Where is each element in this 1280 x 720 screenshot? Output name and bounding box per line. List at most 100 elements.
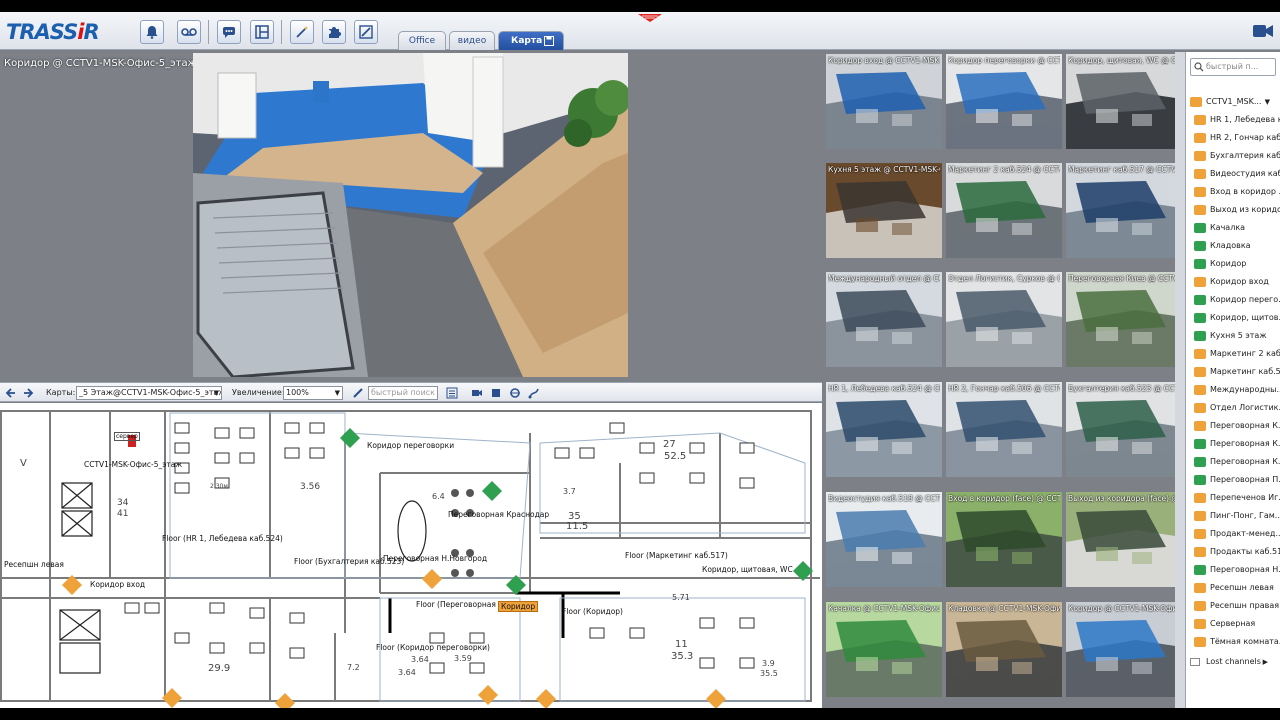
list-icon[interactable] — [446, 387, 458, 399]
map-zone-corridor[interactable]: Floor (Коридор) — [562, 607, 623, 616]
camera-feed-image — [1066, 54, 1182, 149]
channel-list-item[interactable]: Переговорная К... — [1194, 436, 1280, 452]
camera-tile[interactable]: Маркетинг каб.517 @ CCTV1... — [1066, 163, 1182, 258]
channel-list-item[interactable]: Продакты каб.519 — [1194, 544, 1280, 560]
channel-list-item[interactable]: Выход из коридо... — [1194, 202, 1280, 218]
channel-list-item[interactable]: Переговорная К... — [1194, 454, 1280, 470]
camera-tile-title: Кладовка @ CCTV1-MSK-Офис-5... — [948, 604, 1060, 613]
channel-list-item[interactable]: Ресепшн левая — [1194, 580, 1280, 596]
camera-tile[interactable]: Коридор, щитовая, WC @ CCTV1... — [1066, 54, 1182, 149]
camera-tile[interactable]: Бухгалтерия каб.523 @ CCTV1... — [1066, 382, 1182, 477]
camera-tile[interactable]: Коридор @ CCTV1-MSK-Офис-5... — [1066, 602, 1182, 697]
channel-list-item[interactable]: Коридор перего... — [1194, 292, 1280, 308]
tape-icon[interactable] — [177, 20, 201, 44]
chat-icon[interactable] — [217, 20, 241, 44]
channel-list-item[interactable]: Международны... — [1194, 382, 1280, 398]
camera-tile[interactable]: Международный отдел @ CCTV1... — [826, 272, 942, 367]
forward-arrow-icon[interactable] — [22, 387, 34, 399]
settings-pen-icon[interactable] — [354, 20, 378, 44]
room-number: 11 — [675, 639, 688, 650]
camera-tile[interactable]: Переговорная Киев @ CCTV1-MSK... — [1066, 272, 1182, 367]
channel-list-item[interactable]: Отдел Логистик... — [1194, 400, 1280, 416]
channel-list-item[interactable]: Маркетинг 2 каб... — [1194, 346, 1280, 362]
camera-tile[interactable]: HR 1, Лебедева каб.524 @ CCTV... — [826, 382, 942, 477]
channel-camera-icon — [1194, 133, 1206, 143]
channel-list-item[interactable]: Кухня 5 этаж — [1194, 328, 1280, 344]
back-arrow-icon[interactable] — [5, 387, 17, 399]
channel-list-item[interactable]: Вход в коридор ... — [1194, 184, 1280, 200]
map-zone-corridor-meeting[interactable]: Floor (Коридор переговорки) — [376, 643, 490, 652]
channel-list-item[interactable]: Переговорная К... — [1194, 418, 1280, 434]
camera-tile[interactable]: Маркетинг 2 каб.524 @ CCTV1... — [946, 163, 1062, 258]
server-node[interactable]: CCTV1_MSK... ▼ — [1190, 94, 1276, 110]
alarm-indicator-icon[interactable] — [638, 14, 662, 22]
floor-map[interactable]: сервер CCTV1-MSK-Офис-5_этаж Коридор пер… — [0, 403, 822, 708]
map-label-corridor-entrance[interactable]: Коридор вход — [90, 580, 145, 589]
layout-icon[interactable] — [250, 20, 274, 44]
map-search-input[interactable]: быстрый поиск — [368, 386, 438, 400]
channel-camera-icon — [1194, 349, 1206, 359]
channel-list-item[interactable]: Пинг-Понг, Гам... — [1194, 508, 1280, 524]
channel-list-item[interactable]: Серверная — [1194, 616, 1280, 632]
camera-icon[interactable] — [471, 387, 483, 399]
tab-office[interactable]: Office — [398, 31, 446, 50]
map-zone-hr[interactable]: Floor (HR 1, Лебедева каб.524) — [162, 534, 283, 543]
map-label-corridor-meeting[interactable]: Коридор переговорки — [367, 441, 454, 450]
map-label-reception-left[interactable]: Ресепшн левая — [4, 560, 64, 569]
channel-list-item[interactable]: Ресепшн правая — [1194, 598, 1280, 614]
channel-camera-icon — [1194, 457, 1206, 467]
camera-tile[interactable]: Кладовка @ CCTV1-MSK-Офис-5... — [946, 602, 1062, 697]
tab-video[interactable]: видео — [449, 31, 495, 50]
lost-channels-node[interactable]: Lost channels ▶ — [1190, 654, 1276, 670]
tab-map[interactable]: Карта — [498, 31, 564, 50]
map-select[interactable]: _5 Этаж@CCTV1-MSK-Офис-5_этаж ▼ — [76, 386, 222, 400]
channel-search-input[interactable]: быстрый п... — [1190, 58, 1276, 76]
map-zone-marketing[interactable]: Floor (Маркетинг каб.517) — [625, 551, 728, 560]
pencil-icon[interactable] — [352, 387, 364, 399]
zone-icon[interactable] — [509, 387, 521, 399]
channel-list-item[interactable]: Коридор вход — [1194, 274, 1280, 290]
channel-list-item[interactable]: Качалка — [1194, 220, 1280, 236]
camera-tile[interactable]: Отдел Логистик, Сурков @ CCT... — [946, 272, 1062, 367]
puzzle-icon[interactable] — [322, 20, 346, 44]
channel-list-item[interactable]: Бухгалтерия каб... — [1194, 148, 1280, 164]
room-number: 6.4 — [432, 492, 445, 501]
camera-tile[interactable]: Коридор вход @ CCTV1-MSK-Офи... — [826, 54, 942, 149]
map-tag-corridor[interactable]: Коридор — [498, 601, 539, 612]
map-label-krasnodar[interactable]: Переговорная Краснодар — [448, 510, 549, 519]
channel-list-item[interactable]: Коридор, щитов... — [1194, 310, 1280, 326]
channel-list-item[interactable]: HR 2, Гончар каб... — [1194, 130, 1280, 146]
camera-tile[interactable]: Вход в коридор (face) @ CCTV... — [946, 492, 1062, 587]
channel-list-item[interactable]: Коридор — [1194, 256, 1280, 272]
channel-list-item[interactable]: Тёмная комната... — [1194, 634, 1280, 650]
channel-list-item[interactable]: Продакт-менед... — [1194, 526, 1280, 542]
camera-tile[interactable]: Качалка @ CCTV1-MSK-Офис-5... — [826, 602, 942, 697]
route-icon[interactable] — [528, 387, 540, 399]
channel-list-item[interactable]: Кладовка — [1194, 238, 1280, 254]
video-camera-icon[interactable] — [1252, 20, 1274, 42]
wand-icon[interactable] — [290, 20, 314, 44]
main-video-view[interactable] — [193, 53, 628, 377]
map-label-corridor-wc[interactable]: Коридор, щитовая, WC — [702, 565, 793, 574]
camera-tile[interactable]: Коридор переговорки @ CCTV1... — [946, 54, 1062, 149]
channel-list-item[interactable]: Переговорная П... — [1194, 472, 1280, 488]
map-label-novgorod[interactable]: Переговорная Н.Новгород — [383, 554, 487, 563]
zoom-select[interactable]: 100% ▼ — [283, 386, 343, 400]
map-zone-meeting-k[interactable]: Floor (Переговорная К — [416, 600, 504, 609]
camera-tile[interactable]: Видеостудия каб.518 @ CCTV1... — [826, 492, 942, 587]
camera-tile-title: Коридор @ CCTV1-MSK-Офис-5... — [1068, 604, 1180, 613]
channel-list-item[interactable]: Перепеченов Иг... — [1194, 490, 1280, 506]
channel-sidebar: быстрый п... CCTV1_MSK... ▼ HR 1, Лебеде… — [1185, 52, 1280, 708]
channel-list-item[interactable]: Видеостудия каб... — [1194, 166, 1280, 182]
camera-feed-image — [1066, 602, 1182, 697]
channel-list-item[interactable]: Маркетинг каб.5... — [1194, 364, 1280, 380]
channel-list-item[interactable]: Переговорная Н... — [1194, 562, 1280, 578]
camera-tile[interactable]: Выход из коридора (face) @ C... — [1066, 492, 1182, 587]
channel-list-item[interactable]: HR 1, Лебедева к... — [1194, 112, 1280, 128]
save-icon[interactable] — [544, 36, 554, 46]
camera-tile[interactable]: Кухня 5 этаж @ CCTV1-MSK-Офис... — [826, 163, 942, 258]
stop-icon[interactable] — [490, 387, 502, 399]
channel-label: Коридор — [1210, 259, 1247, 268]
camera-tile[interactable]: HR 2, Гончар каб.506 @ CCTV1... — [946, 382, 1062, 477]
bell-icon[interactable] — [140, 20, 164, 44]
